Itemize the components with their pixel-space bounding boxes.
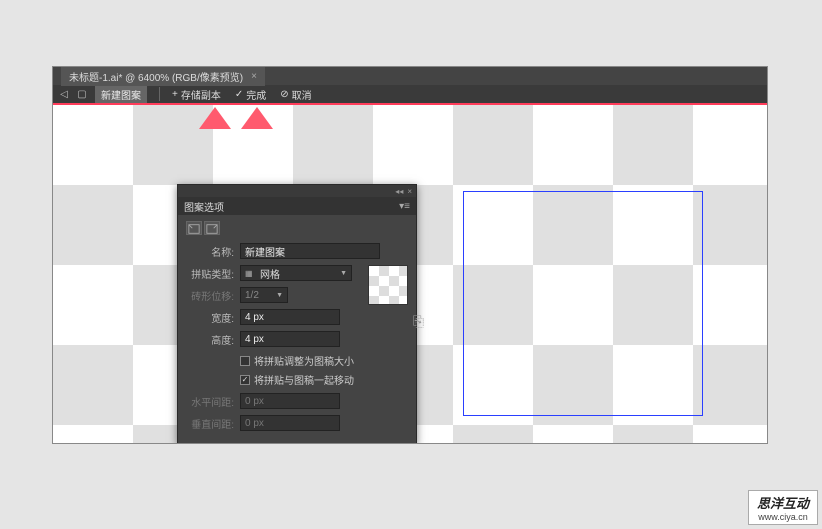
tab-bar: 未标题-1.ai* @ 6400% (RGB/像素预览) ×: [53, 67, 767, 85]
tile-edge-button[interactable]: [186, 221, 202, 235]
cancel-button[interactable]: ⊘ 取消: [280, 87, 311, 102]
vspacing-label: 垂直间距:: [186, 416, 234, 431]
chevron-down-icon: ▼: [276, 292, 283, 299]
hspacing-input[interactable]: [240, 393, 340, 409]
document-tab[interactable]: 未标题-1.ai* @ 6400% (RGB/像素预览) ×: [61, 67, 265, 86]
pattern-action-bar: ◁ ▢ 新建图案 + 存储副本 ✓ 完成 ⊘ 取消: [53, 85, 767, 105]
check-icon: ✓: [235, 89, 243, 100]
tile-bounds-rect[interactable]: [463, 191, 703, 416]
divider: [159, 87, 160, 101]
save-copy-button[interactable]: + 存储副本: [172, 87, 221, 102]
panel-title: 图案选项: [184, 199, 224, 214]
panel-collapse-icon[interactable]: ◂◂: [395, 187, 403, 196]
chevron-down-icon: ▼: [340, 270, 347, 277]
brickoffset-dropdown[interactable]: 1/2 ▼: [240, 287, 288, 303]
plus-icon: +: [172, 89, 178, 100]
hspacing-label: 水平间距:: [186, 394, 234, 409]
fit-tile-label: 将拼贴调整为图稿大小: [254, 353, 354, 368]
artwork-triangle[interactable]: [199, 107, 231, 129]
tile-edge-button[interactable]: [204, 221, 220, 235]
tab-close-icon[interactable]: ×: [251, 71, 257, 82]
panel-close-icon[interactable]: ×: [407, 187, 412, 196]
cancel-icon: ⊘: [280, 89, 288, 100]
pattern-edit-icon[interactable]: ▢: [75, 87, 89, 101]
watermark: 思洋互动 www.ciya.cn: [748, 490, 818, 525]
height-label: 高度:: [186, 332, 234, 347]
panel-body: 名称: 拼贴类型: ▦ 网格 ▼: [178, 215, 416, 443]
width-input[interactable]: [240, 309, 340, 325]
height-input[interactable]: [240, 331, 340, 347]
pattern-options-panel: ◂◂ × 图案选项 ▾≡ 名称:: [177, 184, 417, 443]
pattern-name-input[interactable]: [240, 243, 380, 259]
grid-icon: ▦: [245, 269, 257, 278]
back-arrow-icon[interactable]: ◁: [57, 87, 71, 101]
tile-preview-swatch: [368, 265, 408, 305]
artwork-triangle[interactable]: [241, 107, 273, 129]
fit-tile-checkbox[interactable]: [240, 356, 250, 366]
panel-menu-icon[interactable]: ▾≡: [399, 201, 410, 212]
link-dimensions-icon[interactable]: ⎘: [413, 313, 424, 330]
watermark-text: 思洋互动: [757, 493, 809, 512]
tiletype-dropdown[interactable]: ▦ 网格 ▼: [240, 265, 352, 281]
done-button[interactable]: ✓ 完成: [235, 87, 266, 102]
width-label: 宽度:: [186, 310, 234, 325]
app-window: 未标题-1.ai* @ 6400% (RGB/像素预览) × ◁ ▢ 新建图案 …: [52, 66, 768, 444]
tiletype-label: 拼贴类型:: [186, 266, 234, 281]
brickoffset-label: 砖形位移:: [186, 288, 234, 303]
panel-top-bar: ◂◂ ×: [178, 185, 416, 197]
move-tile-checkbox[interactable]: [240, 375, 250, 385]
watermark-url: www.ciya.cn: [757, 512, 809, 522]
tab-title: 未标题-1.ai* @ 6400% (RGB/像素预览): [69, 69, 243, 84]
panel-header: 图案选项 ▾≡: [178, 197, 416, 215]
move-tile-label: 将拼贴与图稿一起移动: [254, 372, 354, 387]
vspacing-input[interactable]: [240, 415, 340, 431]
pattern-name-display: 新建图案: [95, 86, 147, 103]
canvas-area[interactable]: ◂◂ × 图案选项 ▾≡ 名称:: [53, 105, 767, 443]
name-label: 名称:: [186, 244, 234, 259]
